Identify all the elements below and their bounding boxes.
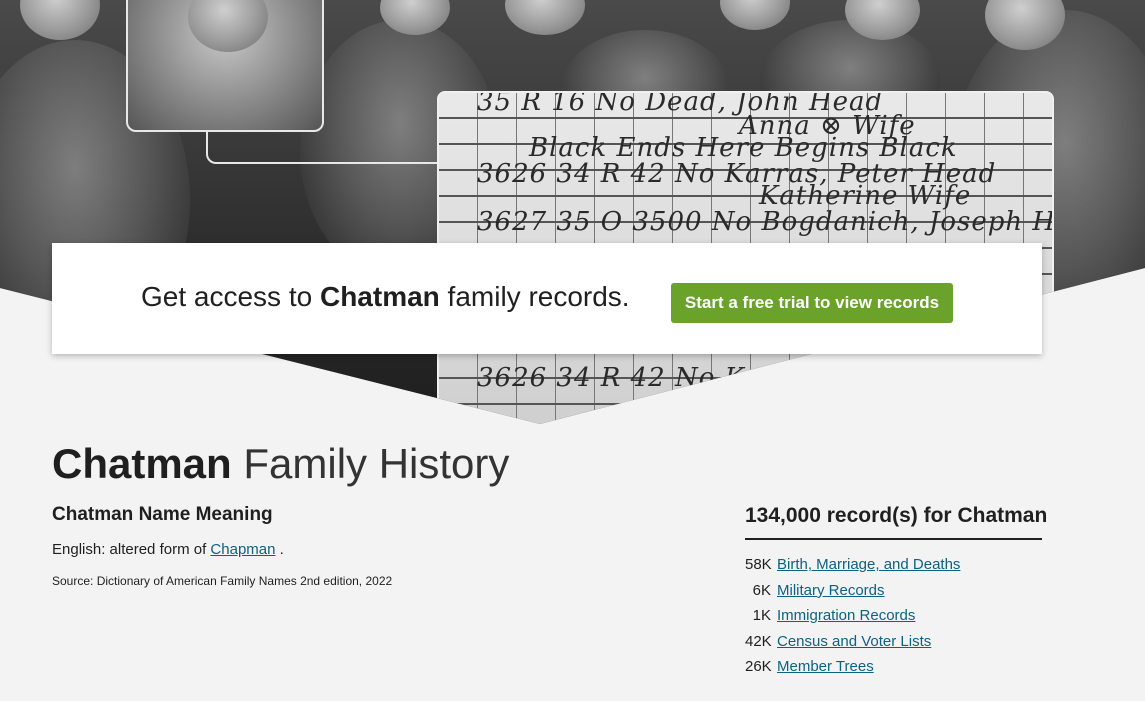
name-meaning-source: Source: Dictionary of American Family Na… [52,574,393,588]
name-meaning-prefix: English: altered form of [52,541,207,558]
record-category-link-immigration[interactable]: Immigration Records [777,607,915,624]
hero-connector-line [206,130,446,164]
record-category-link-military[interactable]: Military Records [777,582,885,599]
hero-person-head [505,0,585,35]
list-item: 6K Military Records [745,578,1045,604]
page-title-surname: Chatman [52,440,232,487]
hero-banner: 35 R 16 No Dead, John Head Anna ⊗ Wife B… [0,0,1145,424]
record-count: 42K [745,632,772,650]
chapman-link[interactable]: Chapman [210,541,275,558]
hero-person-head [20,0,100,40]
page-title: Chatman Family History [52,440,509,488]
name-meaning-text: English: altered form of Chapman . [52,541,284,558]
record-count: 1K [752,607,771,625]
cta-card: Get access to Chatman family records. St… [52,243,1042,354]
census-line: 3626 34 R 42 No Kara [477,363,792,393]
page: 35 R 16 No Dead, John Head Anna ⊗ Wife B… [0,0,1145,701]
record-count: 26K [745,658,772,676]
records-list: 58K Birth, Marriage, and Deaths 6K Milit… [745,552,1045,680]
name-meaning-heading: Chatman Name Meaning [52,504,273,525]
records-heading-surname: Chatman [957,504,1048,527]
records-heading-prefix: 134,000 record(s) for [745,504,952,527]
cta-message: Get access to Chatman family records. [141,281,630,313]
cta-text-prefix: Get access to [141,281,313,312]
cta-surname: Chatman [319,281,440,312]
hero-photo-face [188,0,268,52]
records-heading: 134,000 record(s) for Chatman [745,504,1047,540]
list-item: 42K Census and Voter Lists [745,629,1045,655]
record-category-link-birth-marriage-deaths[interactable]: Birth, Marriage, and Deaths [777,556,960,573]
start-free-trial-button[interactable]: Start a free trial to view records [671,283,953,323]
hero-person-head [720,0,790,30]
record-count: 58K [745,556,772,574]
page-title-rest: Family History [243,440,510,487]
record-category-link-member-trees[interactable]: Member Trees [777,658,874,675]
census-line: 3627 35 O 3500 No Bogdanich, Joseph Head [477,207,1054,237]
record-category-link-census-voter[interactable]: Census and Voter Lists [777,633,931,650]
hero-photo-frame [126,0,324,132]
name-meaning-suffix: . [279,541,284,558]
record-count: 6K [752,581,771,599]
cta-text-suffix: family records. [447,281,630,312]
list-item: 26K Member Trees [745,654,1045,680]
list-item: 58K Birth, Marriage, and Deaths [745,552,1045,578]
list-item: 1K Immigration Records [745,603,1045,629]
